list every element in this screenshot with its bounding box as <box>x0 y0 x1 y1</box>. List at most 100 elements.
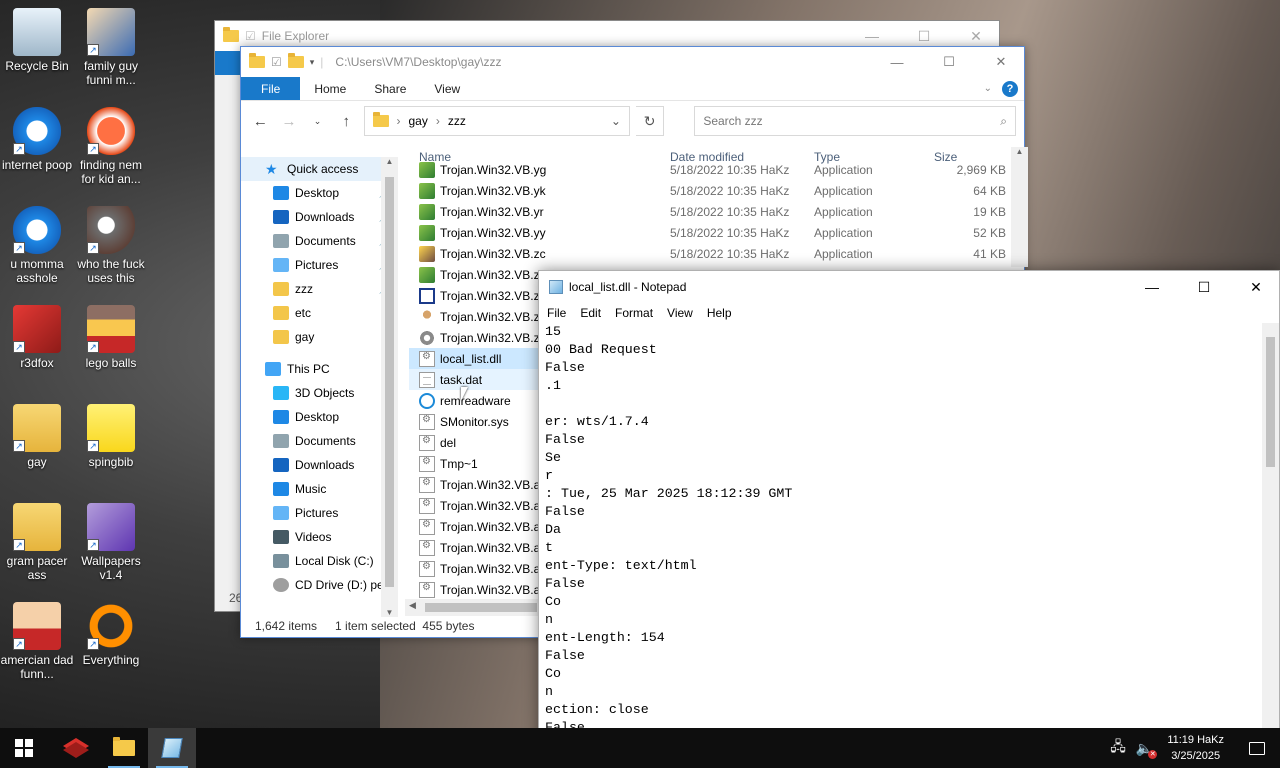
volume-muted-icon[interactable]: 🔈 ✕ <box>1136 740 1158 759</box>
recent-locations-icon[interactable]: ⌄ <box>306 116 329 127</box>
desktop-icon-who-the-fuck-uses-this[interactable]: ↗ who the fuck uses this <box>72 206 150 285</box>
address-dropdown-icon[interactable]: ⌄ <box>611 114 621 128</box>
nav-item-zzz[interactable]: zzz📌 <box>241 277 397 301</box>
desktop-icon-spingbib[interactable]: ↗ spingbib <box>72 404 150 469</box>
new-folder-icon[interactable] <box>287 53 304 68</box>
search-box[interactable]: Search zzz ⌕ <box>694 106 1016 136</box>
notepad-scroll-thumb[interactable] <box>1266 337 1275 467</box>
nav-item-desktop[interactable]: Desktop📌 <box>241 181 397 205</box>
close-icon[interactable]: ✕ <box>953 28 999 45</box>
desktop-icon-recycle-bin[interactable]: Recycle Bin <box>0 8 76 73</box>
scroll-left-icon[interactable]: ◀ <box>409 600 416 611</box>
tab-view[interactable]: View <box>420 77 474 100</box>
column-date-modified[interactable]: Date modified <box>670 150 814 164</box>
column-name[interactable]: Name <box>409 150 670 164</box>
notifications-button[interactable] <box>1234 741 1280 755</box>
nav-item-local-disk-c[interactable]: Local Disk (C:) <box>241 549 397 573</box>
notepad-titlebar[interactable]: local_list.dll - Notepad — ☐ ✕ <box>539 271 1279 303</box>
desktop-icon-label: family guy funni m... <box>83 59 139 87</box>
menu-view[interactable]: View <box>659 306 699 320</box>
properties-icon[interactable]: ☑ <box>271 55 282 69</box>
desktop-icon-wallpapers-v1-4[interactable]: ↗ Wallpapers v1.4 <box>72 503 150 582</box>
refresh-button[interactable]: ↻ <box>635 106 665 136</box>
file-name: Trojan.Win32.VB.ze <box>440 267 547 282</box>
notepad-close-button[interactable]: ✕ <box>1233 272 1279 302</box>
menu-format[interactable]: Format <box>607 306 659 320</box>
nav-item-quick-access[interactable]: ★ Quick access <box>241 157 397 181</box>
nav-item-downloads[interactable]: Downloads📌 <box>241 205 397 229</box>
notepad-minimize-button[interactable]: — <box>1129 272 1175 302</box>
help-icon[interactable]: ? <box>1002 81 1018 97</box>
menu-file[interactable]: File <box>539 306 572 320</box>
menu-help[interactable]: Help <box>699 306 738 320</box>
notepad-maximize-button[interactable]: ☐ <box>1181 272 1227 302</box>
desktop-icon-everything[interactable]: ↗ Everything <box>72 602 150 667</box>
file-row[interactable]: Trojan.Win32.VB.zc 5/18/2022 10:35 HaKz Ap… <box>409 243 1011 264</box>
breadcrumb-zzz[interactable]: zzz <box>448 114 466 128</box>
nav-item-this-pc[interactable]: This PC <box>241 357 397 381</box>
maximize-button[interactable]: ☐ <box>926 47 972 77</box>
nav-item-music[interactable]: Music <box>241 477 397 501</box>
file-row[interactable]: Trojan.Win32.VB.yk 5/18/2022 10:35 HaKz Ap… <box>409 180 1011 201</box>
tab-share[interactable]: Share <box>360 77 420 100</box>
nav-item-pictures[interactable]: Pictures📌 <box>241 253 397 277</box>
desktop-icon-r3dfox[interactable]: ↗ r3dfox <box>0 305 76 370</box>
qat-dropdown-icon[interactable]: ▾ <box>310 57 315 68</box>
tab-file[interactable]: File <box>241 77 301 100</box>
menu-edit[interactable]: Edit <box>572 306 607 320</box>
close-button[interactable]: ✕ <box>978 47 1024 77</box>
column-size[interactable]: Size <box>934 150 1010 164</box>
nav-item-cd-drive-d-pe[interactable]: CD Drive (D:) pe <box>241 573 397 597</box>
desktop-icon-finding-nem-for-kid-an[interactable]: ↗ finding nem for kid an... <box>72 107 150 186</box>
desktop-icon-amercian-dad-funn[interactable]: ↗ amercian dad funn... <box>0 602 76 681</box>
search-input[interactable]: Search zzz <box>703 114 762 128</box>
minimize-button[interactable]: — <box>874 47 920 77</box>
explorer-titlebar[interactable]: ☑ ▾ | C:\Users\VM7\Desktop\gay\zzz — ☐ ✕ <box>241 47 1024 77</box>
r3dfox-task[interactable] <box>52 728 100 768</box>
h-scroll-thumb[interactable] <box>425 603 537 612</box>
horizontal-scrollbar[interactable]: ◀ <box>405 599 545 616</box>
desktop-icon-u-momma-asshole[interactable]: ↗ u momma asshole <box>0 206 76 285</box>
up-arrow-icon[interactable]: ↑ <box>335 113 358 130</box>
nav-item-3d-objects[interactable]: 3D Objects <box>241 381 397 405</box>
desktop-icon-family-guy-funni-m[interactable]: ↗ family guy funni m... <box>72 8 150 87</box>
notepad-text-area[interactable]: 15 00 Bad Request False .1 er: wts/1.7.4… <box>545 323 1263 739</box>
nav-item-documents[interactable]: Documents <box>241 429 397 453</box>
back-file-tab[interactable] <box>215 51 243 75</box>
nav-item-videos[interactable]: Videos <box>241 525 397 549</box>
address-bar[interactable]: › gay › zzz ⌄ <box>363 106 630 136</box>
scroll-up-icon[interactable]: ▲ <box>381 157 398 166</box>
nav-scroll-thumb[interactable] <box>385 177 394 587</box>
forward-arrow-icon[interactable]: → <box>278 113 301 130</box>
tab-home[interactable]: Home <box>300 77 360 100</box>
nav-scrollbar[interactable]: ▲ ▼ <box>381 157 398 617</box>
file-list-scrollbar[interactable]: ▲ <box>1011 147 1028 267</box>
breadcrumb-gay[interactable]: gay <box>409 114 428 128</box>
desktop-icon-internet-poop[interactable]: ↗ internet poop <box>0 107 76 172</box>
nav-item-downloads[interactable]: Downloads <box>241 453 397 477</box>
network-icon[interactable]: 🖧 <box>1110 736 1126 760</box>
desktop-icon-gay[interactable]: ↗ gay <box>0 404 76 469</box>
nav-item-etc[interactable]: etc <box>241 301 397 325</box>
notepad-scrollbar[interactable] <box>1262 323 1279 739</box>
file-row[interactable]: Trojan.Win32.VB.yr 5/18/2022 10:35 HaKz Ap… <box>409 201 1011 222</box>
expand-ribbon-icon[interactable]: ⌄ <box>984 83 992 100</box>
nav-item-label: Downloads <box>295 458 355 472</box>
notepad-window[interactable]: local_list.dll - Notepad — ☐ ✕ File Edit… <box>538 270 1280 740</box>
file-row[interactable]: Trojan.Win32.VB.yy 5/18/2022 10:35 HaKz Ap… <box>409 222 1011 243</box>
nav-item-gay[interactable]: gay <box>241 325 397 349</box>
desktop-icon-gram-pacer-ass[interactable]: ↗ gram pacer ass <box>0 503 76 582</box>
nav-item-documents[interactable]: Documents📌 <box>241 229 397 253</box>
explorer-task[interactable] <box>100 728 148 768</box>
nav-item-pictures[interactable]: Pictures <box>241 501 397 525</box>
scroll-up-icon[interactable]: ▲ <box>1011 147 1028 156</box>
back-arrow-icon[interactable]: ← <box>249 113 272 130</box>
notepad-task[interactable] <box>148 728 196 768</box>
maximize-icon[interactable]: ☐ <box>901 28 947 45</box>
start-button[interactable] <box>0 728 48 768</box>
desktop-icon-lego-balls[interactable]: ↗ lego balls <box>72 305 150 370</box>
column-type[interactable]: Type <box>814 150 934 164</box>
minimize-icon[interactable]: — <box>849 28 895 44</box>
nav-item-desktop[interactable]: Desktop <box>241 405 397 429</box>
clock[interactable]: 11:19 HaKz 3/25/2025 <box>1157 732 1234 764</box>
